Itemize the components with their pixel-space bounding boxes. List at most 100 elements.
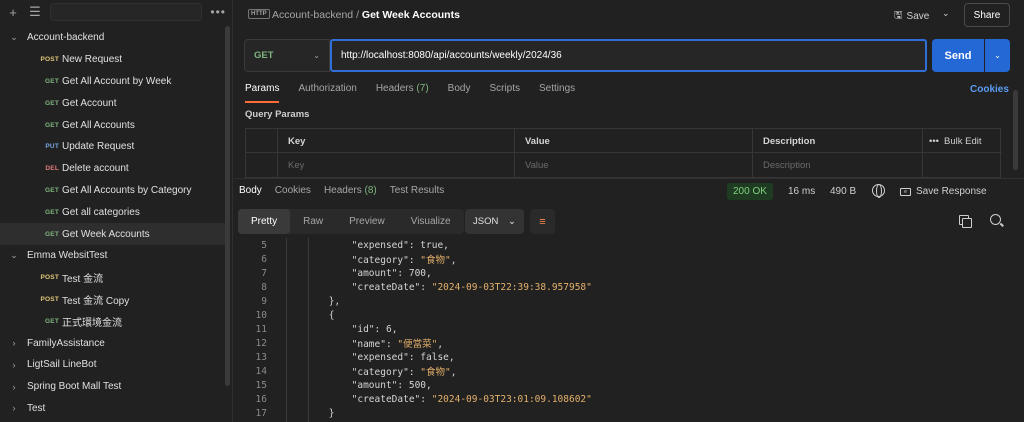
sidebar-collection[interactable]: ⌄ Account-backend <box>0 27 225 49</box>
request-scrollbar[interactable] <box>1013 90 1018 170</box>
chevron-down-icon[interactable]: ⌄ <box>8 250 20 261</box>
sidebar-request[interactable]: PUT Update Request <box>0 136 225 158</box>
sidebar-scrollbar[interactable] <box>225 26 230 386</box>
plus-icon[interactable]: + <box>6 5 20 20</box>
line-number: 14 <box>255 365 267 377</box>
row-actions <box>923 153 1002 177</box>
sidebar-request[interactable]: POST New Request <box>0 49 225 71</box>
response-body-editor[interactable]: 5 "expensed": true, 6 "category": "食物", 7 … <box>234 238 1024 422</box>
sidebar-item-label: Test 金流 Copy <box>62 295 130 307</box>
language-select[interactable]: JSON ⌄ <box>465 209 524 234</box>
request-title[interactable]: Get Week Accounts <box>362 9 460 21</box>
send-button[interactable]: Send <box>932 39 984 72</box>
save-response-button[interactable]: e Save Response <box>900 186 987 197</box>
wrap-lines-icon[interactable]: ≡ <box>530 209 555 234</box>
sidebar-item-label: LigtSail LineBot <box>27 359 97 371</box>
response-tabs: Body Cookies Headers (8) Test Results <box>239 185 457 196</box>
json-token: "createDate": <box>351 393 432 405</box>
filter-icon[interactable]: ☰ <box>28 4 42 20</box>
chevron-down-icon: ⌄ <box>313 51 320 60</box>
sidebar-collection[interactable]: ⌄ Emma WebsitTest <box>0 245 225 267</box>
json-token: , <box>437 339 444 350</box>
chevron-right-icon[interactable]: › <box>8 382 20 392</box>
tab-settings[interactable]: Settings <box>539 83 575 101</box>
tab-headers[interactable]: Headers (7) <box>376 83 429 101</box>
code-text: "name": "便當菜", <box>267 336 443 350</box>
sidebar-request[interactable]: GET Get All Accounts by Category <box>0 180 225 202</box>
code-text: "expensed": false, <box>267 352 455 363</box>
tab-authorization[interactable]: Authorization <box>298 83 356 101</box>
chevron-down-icon[interactable]: ⌄ <box>8 32 20 43</box>
sidebar-request[interactable]: POST Test 金流 Copy <box>0 289 225 311</box>
response-time[interactable]: 16 ms <box>788 186 815 197</box>
method-badge: GET <box>45 77 59 85</box>
response-tab-test-results[interactable]: Test Results <box>390 185 444 196</box>
sidebar-collection[interactable]: › Spring Boot Mall Test <box>0 376 225 398</box>
json-token: "amount": <box>351 267 409 279</box>
sidebar-item-label: Test <box>27 402 46 414</box>
line-number: 17 <box>255 407 267 419</box>
sidebar-request[interactable]: DEL Delete account <box>0 158 225 180</box>
format-visualize-button[interactable]: Visualize <box>398 209 464 234</box>
sidebar-request[interactable]: GET Get All Accounts <box>0 114 225 136</box>
sidebar-item-label: Get all categories <box>62 206 140 218</box>
save-dropdown-chevron-icon[interactable]: ⌄ <box>942 8 950 19</box>
search-icon[interactable] <box>990 214 1001 225</box>
code-text: { <box>267 310 335 321</box>
sidebar-collection[interactable]: › Test <box>0 398 225 420</box>
tab-scripts[interactable]: Scripts <box>489 83 520 101</box>
chevron-right-icon[interactable]: › <box>8 403 20 413</box>
json-string: "2024-09-03T22:39:38.957958" <box>431 281 592 293</box>
code-text: } <box>267 408 335 419</box>
status-badge[interactable]: 200 OK <box>727 183 773 200</box>
format-raw-button[interactable]: Raw <box>290 209 336 234</box>
response-bar: Body Cookies Headers (8) Test Results 200 O… <box>234 178 1024 204</box>
sidebar-item-label: Test 金流 <box>62 274 104 286</box>
sidebar-request[interactable]: GET Get Week Accounts <box>0 223 225 245</box>
param-value-input[interactable]: Value <box>515 153 753 177</box>
sidebar-collection[interactable]: › FamilyAssistance <box>0 332 225 354</box>
line-number: 6 <box>261 253 267 265</box>
json-token: false, <box>420 351 455 363</box>
format-segmented-control: Pretty Raw Preview Visualize <box>238 209 464 234</box>
more-options-icon[interactable]: ••• <box>210 5 226 19</box>
indent-guide <box>308 238 309 422</box>
param-description-input[interactable]: Description <box>753 153 923 177</box>
url-input[interactable]: http://localhost:8080/api/accounts/weekl… <box>330 39 927 72</box>
code-text: }, <box>267 296 340 307</box>
sidebar-request[interactable]: GET 正式環境金流 <box>0 310 225 332</box>
response-tab-cookies[interactable]: Cookies <box>275 185 311 196</box>
request-workspace: HTTP Account-backend / Get Week Accounts… <box>234 0 1024 422</box>
format-pretty-button[interactable]: Pretty <box>238 209 291 234</box>
line-number: 8 <box>261 281 267 293</box>
sidebar-request[interactable]: GET Get All Account by Week <box>0 71 225 93</box>
json-token: } <box>328 407 335 419</box>
format-preview-button[interactable]: Preview <box>336 209 398 234</box>
response-tab-body[interactable]: Body <box>239 185 262 196</box>
sidebar-request[interactable]: POST Test 金流 <box>0 267 225 289</box>
query-params-empty-row: Key Value Description <box>246 153 1002 177</box>
sidebar-toolbar: + ☰ ••• <box>0 0 232 24</box>
response-size[interactable]: 490 B <box>830 186 856 197</box>
chevron-right-icon[interactable]: › <box>8 338 20 348</box>
globe-icon[interactable] <box>872 184 885 198</box>
copy-icon[interactable] <box>959 215 972 228</box>
indent-guide <box>286 238 287 422</box>
cookies-link[interactable]: Cookies <box>970 84 1009 95</box>
save-button[interactable]: 🖫 Save <box>894 8 929 25</box>
sidebar-request[interactable]: GET Get all categories <box>0 201 225 223</box>
code-text: "createDate": "2024-09-03T23:01:09.10860… <box>267 394 592 405</box>
tab-body[interactable]: Body <box>448 83 471 101</box>
method-select[interactable]: GET ⌄ <box>244 39 330 72</box>
send-dropdown-chevron-icon[interactable]: ⌄ <box>985 39 1010 72</box>
sidebar-search-input[interactable] <box>50 3 203 21</box>
sidebar-request[interactable]: GET Get Account <box>0 92 225 114</box>
sidebar-collection[interactable]: › LigtSail LineBot <box>0 354 225 376</box>
param-key-input[interactable]: Key <box>278 153 515 177</box>
breadcrumb-collection[interactable]: Account-backend <box>272 9 353 21</box>
response-tab-headers[interactable]: Headers (8) <box>324 185 377 196</box>
tab-params[interactable]: Params <box>245 83 280 103</box>
chevron-right-icon[interactable]: › <box>8 360 20 370</box>
bulk-edit-button[interactable]: ••• Bulk Edit <box>923 129 1002 153</box>
share-button[interactable]: Share <box>964 3 1010 27</box>
